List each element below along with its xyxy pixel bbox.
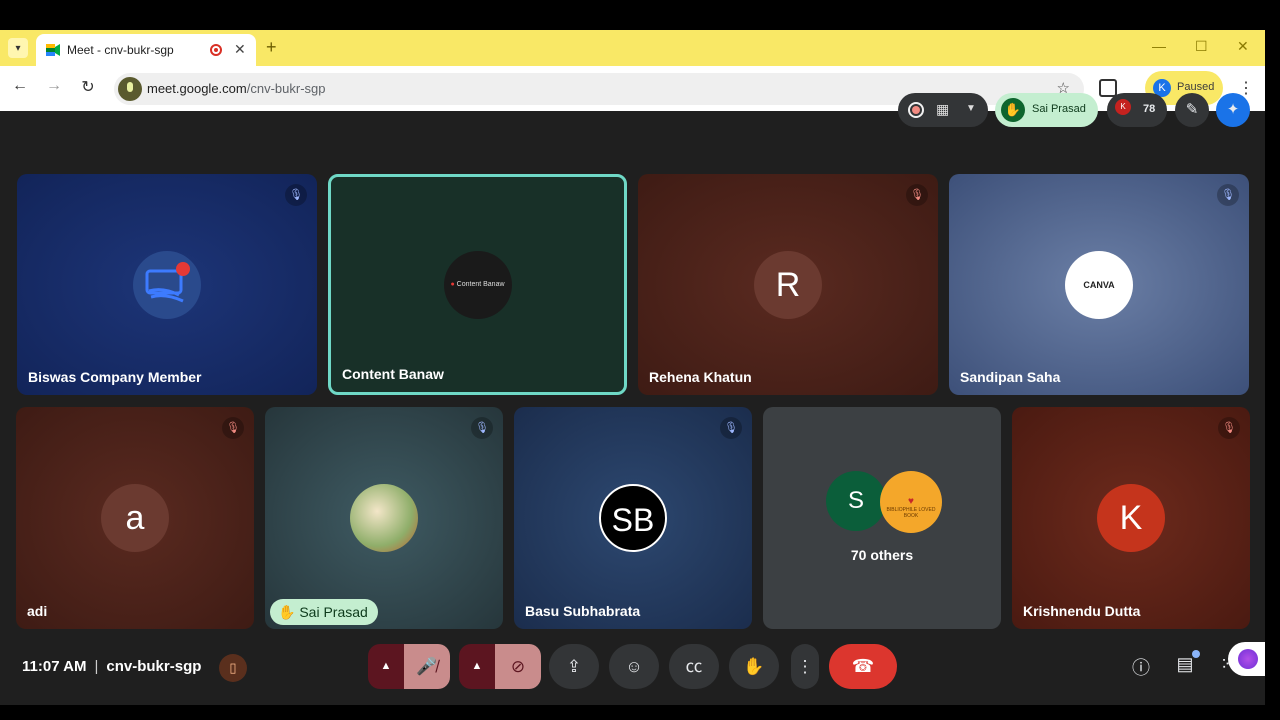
pen-icon[interactable]: ✎ [1175,93,1209,127]
mic-off-icon: 🎙 [471,417,493,439]
camera-control[interactable]: ▲ ⊘ [459,644,541,689]
forward-icon[interactable]: → [44,77,64,95]
participant-tile[interactable]: a 🎙 adi [16,407,254,629]
mic-off-icon: 🎙 [285,184,307,206]
floating-app-icon[interactable] [1228,642,1265,676]
participant-tile[interactable]: CANVA 🎙 Sandipan Saha [949,174,1249,395]
browser-tab-bar: ▾ Meet - cnv-bukr-sgp ✕ + — ☐ ✕ [0,30,1265,66]
canva-logo-avatar: CANVA [1065,250,1133,319]
back-icon[interactable]: ← [10,77,30,95]
participant-name: Krishnendu Dutta [1023,603,1141,619]
people-button[interactable]: K 78 [1107,93,1167,127]
participant-count: 78 [1143,103,1156,115]
mic-options-chevron-icon[interactable]: ▲ [368,644,404,689]
present-icon[interactable]: ⇪ [549,644,599,689]
window-close-icon[interactable]: ✕ [1237,38,1249,55]
participant-avatar: a [101,484,169,552]
content-banaw-avatar: ● Content Banaw [443,250,512,319]
participant-avatar: SB [599,484,667,552]
recording-controls[interactable]: ▦ ▼ [898,93,988,127]
others-count-label: 70 others [850,547,914,563]
raised-hand-chip: ✋ Sai Prasad [270,599,378,625]
more-options-icon[interactable]: ⋮ [791,644,819,689]
reload-icon[interactable]: ↻ [78,77,98,97]
people-icon: K [1115,99,1131,115]
new-tab-icon[interactable]: + [266,37,277,58]
close-tab-icon[interactable]: ✕ [234,41,246,58]
participant-name: Content Banaw [342,366,444,382]
recording-icon [908,102,924,118]
participant-name: Biswas Company Member [28,369,202,385]
extensions-icon[interactable] [1099,79,1117,97]
participant-tile[interactable]: K 🎙 Krishnendu Dutta [1012,407,1250,629]
participant-name: adi [27,603,48,619]
tab-title: Meet - cnv-bukr-sgp [67,43,174,57]
camera-options-chevron-icon[interactable]: ▲ [459,644,495,689]
profile-photo-avatar [350,484,418,552]
participant-tile[interactable]: 🎙 Biswas Company Member [17,174,317,395]
mic-off-icon: 🎙 [1218,417,1240,439]
recording-indicator-icon [210,44,222,56]
participant-tile[interactable]: SB 🎙 Basu Subhabrata [514,407,752,629]
info-icon[interactable]: ⓘ [1128,654,1154,680]
meeting-code: cnv-bukr-sgp [106,658,202,675]
raised-hand-indicator[interactable]: ✋ Sai Prasad [995,93,1098,127]
captions-icon[interactable]: ㏄ [669,644,719,689]
room-icon[interactable]: ▯ [219,654,247,682]
participant-name: Rehena Khatun [649,369,752,385]
participant-avatar: S [826,471,886,531]
chat-notification-dot [1192,650,1200,658]
profile-status: Paused [1177,81,1215,93]
participant-avatar: K [1097,484,1165,552]
others-tile[interactable]: S ♥ BIBLIOPHILE LOVED BOOK 70 others [763,407,1001,629]
participant-tile-active-speaker[interactable]: ● Content Banaw Content Banaw [328,174,627,395]
emoji-icon[interactable]: ☺ [609,644,659,689]
url-text: meet.google.com/cnv-bukr-sgp [147,81,326,96]
captions-off-icon: ▦ [936,101,950,117]
site-mic-icon[interactable] [118,77,142,101]
leave-call-icon[interactable]: ☎ [829,644,897,689]
mic-off-icon[interactable]: 🎤̸ [404,644,450,689]
tab-search-icon[interactable]: ▾ [8,38,28,58]
mic-control[interactable]: ▲ 🎤̸ [368,644,450,689]
participant-name: Basu Subhabrata [525,603,641,619]
gemini-icon[interactable]: ✦ [1216,93,1250,127]
bibliophile-logo-avatar: ♥ BIBLIOPHILE LOVED BOOK [880,471,942,533]
mic-off-icon: 🎙 [222,417,244,439]
participant-name: Sandipan Saha [960,369,1061,385]
mic-off-icon: 🎙 [720,417,742,439]
clock-time: 11:07 AM [22,658,87,675]
participant-avatar: R [754,250,822,319]
chevron-down-icon: ▼ [966,103,976,114]
minimize-icon[interactable]: — [1152,38,1166,54]
mic-off-icon: 🎙 [906,184,928,206]
meet-favicon-icon [46,44,60,56]
raise-hand-icon: ✋ [1001,98,1025,122]
maximize-icon[interactable]: ☐ [1195,38,1208,55]
meeting-info-text: 11:07 AM | cnv-bukr-sgp [22,658,202,675]
company-logo-avatar [133,250,201,319]
browser-tab[interactable]: Meet - cnv-bukr-sgp ✕ [36,34,256,66]
camera-off-icon[interactable]: ⊘ [495,644,541,689]
raise-hand-icon[interactable]: ✋ [729,644,779,689]
mic-off-icon: 🎙 [1217,184,1239,206]
raised-hand-name: Sai Prasad [1032,103,1086,115]
participant-tile[interactable]: R 🎙 Rehena Khatun [638,174,938,395]
participant-tile[interactable]: 🎙 ✋ Sai Prasad [265,407,503,629]
